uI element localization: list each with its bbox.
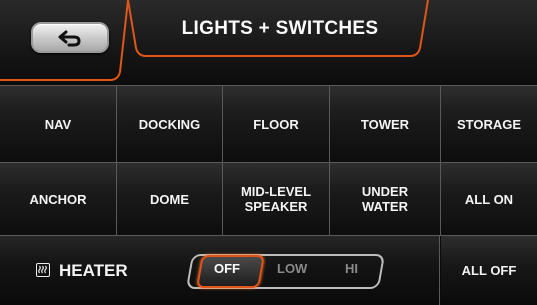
under-label: UNDER <box>361 184 409 199</box>
heater-hi-option[interactable]: HI <box>345 261 358 276</box>
back-arrow-icon <box>58 30 81 46</box>
floor-label: FLOOR <box>253 116 299 132</box>
anchor-light-button[interactable]: ANCHOR <box>0 163 117 236</box>
heater-off-option[interactable]: OFF <box>214 261 240 276</box>
header-bar: LIGHTS + SWITCHES <box>0 0 537 85</box>
floor-lights-button[interactable]: FLOOR <box>223 85 330 163</box>
mid-level-speaker-button[interactable]: MID-LEVEL SPEAKER <box>223 163 330 236</box>
storage-label: STORAGE <box>456 116 522 132</box>
mid-level-label: MID-LEVEL <box>240 184 312 199</box>
storage-lights-button[interactable]: STORAGE <box>441 85 537 163</box>
heater-label: HEATER <box>59 261 128 280</box>
heater-panel: HEATER OFF LOW HI <box>0 236 440 305</box>
all-off-button[interactable]: ALL OFF <box>441 236 537 305</box>
tower-lights-button[interactable]: TOWER <box>330 85 441 163</box>
anchor-label: ANCHOR <box>29 191 87 207</box>
all-on-label: ALL ON <box>464 191 514 207</box>
tower-label: TOWER <box>360 116 410 132</box>
heater-low-option[interactable]: LOW <box>277 261 307 276</box>
dome-light-button[interactable]: DOME <box>117 163 223 236</box>
heater-icon <box>36 263 50 277</box>
underwater-lights-button[interactable]: UNDER WATER <box>330 163 441 236</box>
back-button[interactable] <box>31 22 109 53</box>
all-on-button[interactable]: ALL ON <box>441 163 537 236</box>
nav-label: NAV <box>44 116 72 132</box>
dome-label: DOME <box>150 191 189 207</box>
water-label: WATER <box>362 199 408 214</box>
page-title: LIGHTS + SWITCHES <box>181 18 379 39</box>
docking-lights-button[interactable]: DOCKING <box>117 85 223 163</box>
nav-lights-button[interactable]: NAV <box>0 85 117 163</box>
docking-label: DOCKING <box>138 116 201 132</box>
speaker-label: SPEAKER <box>244 199 308 214</box>
